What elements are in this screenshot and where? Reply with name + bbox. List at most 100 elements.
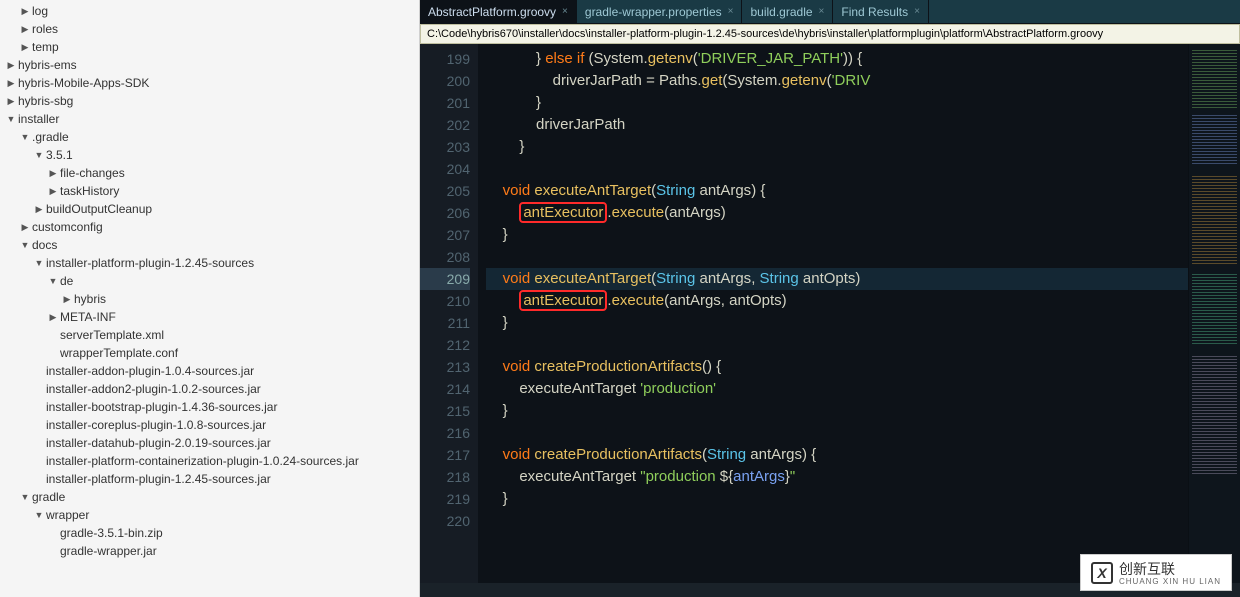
editor-tab[interactable]: gradle-wrapper.properties× xyxy=(577,0,743,23)
minimap[interactable] xyxy=(1188,44,1240,583)
disclosure-triangle-icon[interactable]: ▼ xyxy=(34,148,44,162)
disclosure-triangle-icon[interactable]: ▶ xyxy=(34,202,44,216)
disclosure-triangle-icon[interactable]: ▼ xyxy=(34,256,44,270)
disclosure-triangle-icon[interactable]: ▶ xyxy=(20,4,30,18)
tree-item-label: 3.5.1 xyxy=(46,148,73,162)
tree-item[interactable]: ▶buildOutputCleanup xyxy=(2,200,419,218)
tree-item-label: customconfig xyxy=(32,220,103,234)
line-number: 201 xyxy=(420,92,470,114)
tree-item[interactable]: ▶META-INF xyxy=(2,308,419,326)
tree-item[interactable]: ▶file-changes xyxy=(2,164,419,182)
code-content[interactable]: } else if (System.getenv('DRIVER_JAR_PAT… xyxy=(478,44,1188,583)
tree-item[interactable]: serverTemplate.xml xyxy=(2,326,419,344)
line-number: 204 xyxy=(420,158,470,180)
line-number: 216 xyxy=(420,422,470,444)
tree-item-label: installer-datahub-plugin-2.0.19-sources.… xyxy=(46,436,271,450)
tree-item[interactable]: installer-coreplus-plugin-1.0.8-sources.… xyxy=(2,416,419,434)
tree-item[interactable]: ▶roles xyxy=(2,20,419,38)
tree-item[interactable]: ▼wrapper xyxy=(2,506,419,524)
tree-item[interactable]: ▶log xyxy=(2,2,419,20)
tree-item-label: buildOutputCleanup xyxy=(46,202,152,216)
line-number: 209 xyxy=(420,268,470,290)
tree-item[interactable]: gradle-3.5.1-bin.zip xyxy=(2,524,419,542)
tree-item-label: META-INF xyxy=(60,310,116,324)
disclosure-triangle-icon[interactable]: ▶ xyxy=(48,310,58,324)
tree-item[interactable]: wrapperTemplate.conf xyxy=(2,344,419,362)
tree-item-label: wrapperTemplate.conf xyxy=(60,346,178,360)
close-icon[interactable]: × xyxy=(819,6,825,17)
tree-item[interactable]: ▶hybris-Mobile-Apps-SDK xyxy=(2,74,419,92)
tree-item-label: installer-platform-containerization-plug… xyxy=(46,454,359,468)
line-number: 203 xyxy=(420,136,470,158)
tree-item[interactable]: ▼installer xyxy=(2,110,419,128)
tree-item[interactable]: ▼de xyxy=(2,272,419,290)
line-number: 205 xyxy=(420,180,470,202)
tree-item[interactable]: ▼installer-platform-plugin-1.2.45-source… xyxy=(2,254,419,272)
tree-item[interactable]: ▶hybris-ems xyxy=(2,56,419,74)
disclosure-triangle-icon[interactable]: ▶ xyxy=(48,166,58,180)
tree-item[interactable]: ▼.gradle xyxy=(2,128,419,146)
tree-item[interactable]: ▶temp xyxy=(2,38,419,56)
tree-item-label: gradle xyxy=(32,490,65,504)
disclosure-triangle-icon[interactable]: ▼ xyxy=(20,490,30,504)
tree-item-label: serverTemplate.xml xyxy=(60,328,164,342)
tree-item[interactable]: gradle-wrapper.jar xyxy=(2,542,419,560)
line-number: 220 xyxy=(420,510,470,532)
editor-tab[interactable]: Find Results× xyxy=(833,0,929,23)
tree-item-label: installer-platform-plugin-1.2.45-sources xyxy=(46,256,254,270)
tree-item-label: installer-platform-plugin-1.2.45-sources… xyxy=(46,472,271,486)
tree-item[interactable]: installer-platform-plugin-1.2.45-sources… xyxy=(2,470,419,488)
disclosure-triangle-icon[interactable]: ▼ xyxy=(34,508,44,522)
editor-tab[interactable]: AbstractPlatform.groovy × xyxy=(420,0,577,23)
tree-item-label: de xyxy=(60,274,73,288)
disclosure-triangle-icon[interactable]: ▼ xyxy=(48,274,58,288)
disclosure-triangle-icon[interactable]: ▶ xyxy=(6,58,16,72)
tree-item[interactable]: installer-datahub-plugin-2.0.19-sources.… xyxy=(2,434,419,452)
tree-item-label: installer-addon2-plugin-1.0.2-sources.ja… xyxy=(46,382,261,396)
line-number: 217 xyxy=(420,444,470,466)
tree-item[interactable]: ▼3.5.1 xyxy=(2,146,419,164)
tree-item-label: installer-addon-plugin-1.0.4-sources.jar xyxy=(46,364,254,378)
disclosure-triangle-icon[interactable]: ▼ xyxy=(20,130,30,144)
disclosure-triangle-icon[interactable]: ▼ xyxy=(6,112,16,126)
code-editor[interactable]: 1992002012022032042052062072082092102112… xyxy=(420,44,1240,583)
tree-item[interactable]: ▶hybris xyxy=(2,290,419,308)
tree-item[interactable]: installer-platform-containerization-plug… xyxy=(2,452,419,470)
disclosure-triangle-icon[interactable]: ▶ xyxy=(20,40,30,54)
disclosure-triangle-icon[interactable]: ▶ xyxy=(20,22,30,36)
project-tree-sidebar[interactable]: ▶log▶roles▶temp▶hybris-ems▶hybris-Mobile… xyxy=(0,0,420,597)
file-path-bar: C:\Code\hybris670\installer\docs\install… xyxy=(420,24,1240,44)
disclosure-triangle-icon[interactable]: ▶ xyxy=(62,292,72,306)
editor-tab[interactable]: build.gradle× xyxy=(742,0,833,23)
tree-item[interactable]: ▼gradle xyxy=(2,488,419,506)
disclosure-triangle-icon[interactable]: ▶ xyxy=(20,220,30,234)
tree-item[interactable]: ▶taskHistory xyxy=(2,182,419,200)
disclosure-triangle-icon[interactable]: ▶ xyxy=(6,76,16,90)
close-icon[interactable]: × xyxy=(728,6,734,17)
tree-item[interactable]: installer-addon-plugin-1.0.4-sources.jar xyxy=(2,362,419,380)
line-number: 218 xyxy=(420,466,470,488)
tree-item[interactable]: ▶customconfig xyxy=(2,218,419,236)
disclosure-triangle-icon[interactable]: ▶ xyxy=(48,184,58,198)
line-number: 200 xyxy=(420,70,470,92)
tree-item-label: file-changes xyxy=(60,166,125,180)
close-icon[interactable]: × xyxy=(914,6,920,17)
tree-item[interactable]: ▶hybris-sbg xyxy=(2,92,419,110)
tree-item[interactable]: ▼docs xyxy=(2,236,419,254)
editor-tabs: AbstractPlatform.groovy×gradle-wrapper.p… xyxy=(420,0,1240,24)
tree-item-label: gradle-3.5.1-bin.zip xyxy=(60,526,163,540)
line-number: 213 xyxy=(420,356,470,378)
tree-item-label: log xyxy=(32,4,48,18)
tab-label: AbstractPlatform.groovy xyxy=(428,5,556,19)
tree-item[interactable]: installer-bootstrap-plugin-1.4.36-source… xyxy=(2,398,419,416)
tree-item-label: hybris xyxy=(74,292,106,306)
disclosure-triangle-icon[interactable]: ▶ xyxy=(6,94,16,108)
disclosure-triangle-icon[interactable]: ▼ xyxy=(20,238,30,252)
close-icon[interactable]: × xyxy=(562,6,568,17)
editor-area: AbstractPlatform.groovy×gradle-wrapper.p… xyxy=(420,0,1240,597)
tree-item-label: installer xyxy=(18,112,59,126)
tree-item-label: taskHistory xyxy=(60,184,119,198)
line-number: 211 xyxy=(420,312,470,334)
line-number: 212 xyxy=(420,334,470,356)
tree-item[interactable]: installer-addon2-plugin-1.0.2-sources.ja… xyxy=(2,380,419,398)
